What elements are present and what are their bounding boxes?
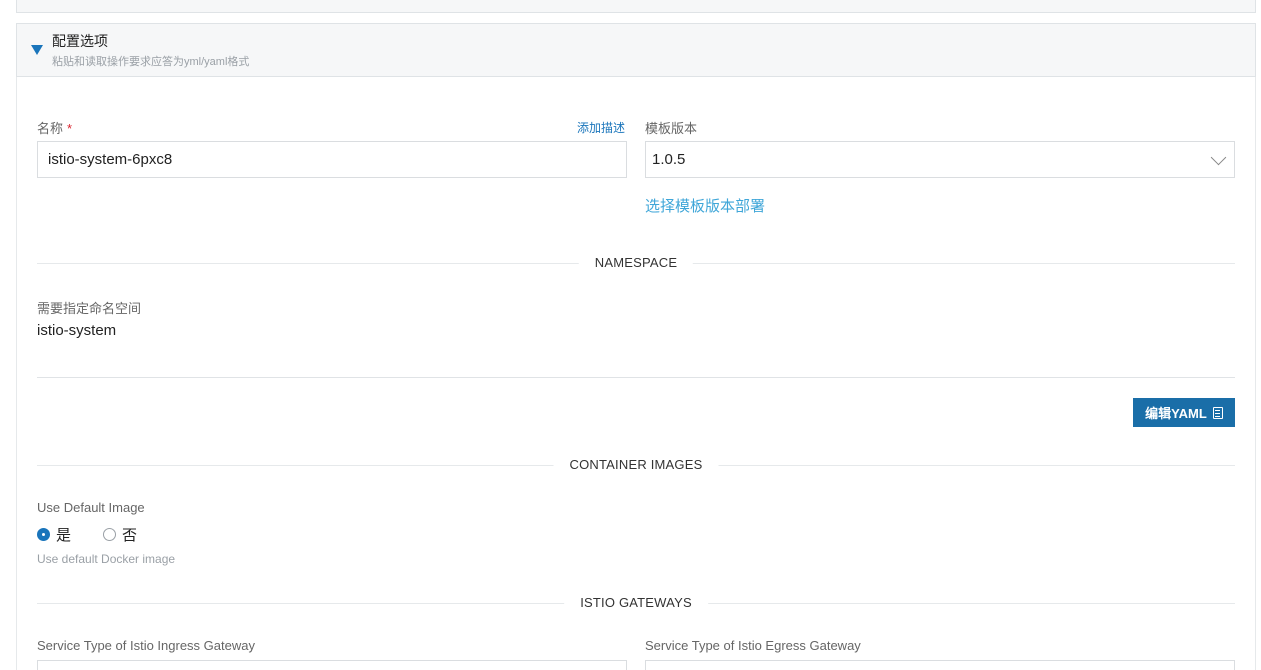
name-label: 名称 * [37, 121, 73, 136]
namespace-value: istio-system [37, 322, 117, 339]
section-subtitle: 粘贴和读取操作要求应答为yml/yaml格式 [52, 56, 250, 68]
template-version-select[interactable]: 1.0.5 [645, 141, 1235, 178]
istio-gateways-divider-label: ISTIO GATEWAYS [564, 595, 708, 610]
ingress-gateway-label: Service Type of Istio Ingress Gateway [37, 638, 255, 653]
required-mark: * [67, 121, 73, 136]
edit-yaml-label: 编辑YAML [1145, 406, 1207, 421]
section-title: 配置选项 [52, 33, 108, 49]
choose-template-version-link[interactable]: 选择模板版本部署 [645, 195, 765, 216]
radio-checked-icon[interactable] [37, 528, 50, 541]
egress-gateway-label: Service Type of Istio Egress Gateway [645, 638, 861, 653]
chevron-down-icon [1210, 149, 1227, 166]
add-description-link[interactable]: 添加描述 [577, 119, 625, 136]
radio-option-no[interactable]: 否 [103, 524, 137, 545]
clipboard-icon [1212, 406, 1223, 419]
namespace-divider-label: NAMESPACE [578, 255, 694, 270]
template-version-value: 1.0.5 [652, 151, 686, 168]
use-default-image-hint: Use default Docker image [37, 552, 176, 566]
egress-gateway-select[interactable] [645, 660, 1235, 670]
previous-section-strip [16, 0, 1256, 13]
config-options-header[interactable]: 配置选项 粘贴和读取操作要求应答为yml/yaml格式 [16, 23, 1256, 77]
radio-unchecked-icon[interactable] [103, 528, 117, 541]
container-images-divider-label: CONTAINER IMAGES [553, 457, 719, 472]
template-version-label: 模板版本 [645, 121, 698, 136]
caret-down-icon[interactable] [31, 45, 43, 55]
radio-option-yes[interactable]: 是 [37, 524, 71, 545]
name-input[interactable]: istio-system-6pxc8 [37, 141, 627, 178]
use-default-image-label: Use Default Image [37, 500, 145, 515]
namespace-label: 需要指定命名空间 [37, 301, 142, 316]
edit-yaml-button[interactable]: 编辑YAML [1133, 398, 1235, 427]
ingress-gateway-select[interactable] [37, 660, 627, 670]
separator [37, 377, 1235, 378]
use-default-image-radio-group: 是 否 [37, 524, 159, 545]
